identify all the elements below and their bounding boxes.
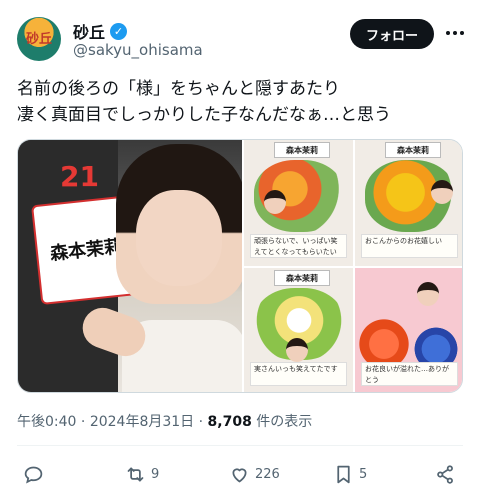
person-small bbox=[286, 338, 308, 362]
media-photo-2[interactable]: 森本茉莉 頑張らないで、いっぱい笑えてとくなってもらいたい bbox=[244, 140, 353, 266]
more-options-icon[interactable] bbox=[443, 21, 467, 45]
name-row: 砂丘 ✓ bbox=[73, 19, 128, 43]
user-handle[interactable]: @sakyu_ohisama bbox=[73, 41, 203, 59]
tweet-text: 名前の後ろの「様」をちゃんと隠すあたり 凄く真面目でしっかりした子なんだなぁ…と… bbox=[17, 76, 463, 128]
tweet-header: 砂丘 砂丘 ✓ @sakyu_ohisama フォロー bbox=[17, 17, 464, 63]
flower-stand-sign: 森本茉莉 bbox=[385, 142, 441, 158]
avatar[interactable]: 砂丘 bbox=[17, 17, 61, 61]
reply-button[interactable] bbox=[23, 460, 49, 488]
flower-stand-sign: 森本茉莉 bbox=[274, 270, 330, 286]
like-button[interactable]: 226 bbox=[229, 460, 280, 488]
post-time[interactable]: 午後0:40 bbox=[17, 414, 76, 430]
flower-stand-sign: 森本茉莉 bbox=[274, 142, 330, 158]
tweet-media: 21 森本茉莉 森本茉莉 頑張らないで、いっぱい笑えてとくなってもらいたい 森本… bbox=[17, 139, 463, 393]
person-small bbox=[264, 190, 286, 214]
view-count: 8,708 bbox=[207, 414, 252, 430]
person-small bbox=[417, 282, 439, 306]
action-bar: 9 226 5 bbox=[17, 460, 463, 488]
bookmark-count: 5 bbox=[359, 466, 368, 482]
view-count-label: 件の表示 bbox=[256, 414, 313, 430]
divider bbox=[17, 445, 463, 446]
retweet-count: 9 bbox=[151, 466, 160, 482]
share-icon bbox=[437, 464, 453, 484]
media-photo-main[interactable]: 21 森本茉莉 bbox=[18, 140, 242, 392]
avatar-text: 砂丘 bbox=[25, 32, 52, 47]
bookmark-icon bbox=[337, 465, 350, 483]
message-card: お花良いが溢れた…ありがとう bbox=[361, 362, 458, 386]
message-card: 頑張らないで、いっぱい笑えてとくなってもらいたい bbox=[250, 234, 347, 258]
follow-button[interactable]: フォロー bbox=[350, 19, 434, 49]
display-name[interactable]: 砂丘 bbox=[73, 19, 105, 43]
message-card: おこんからのお花嬉しい bbox=[361, 234, 458, 258]
media-photo-grid: 森本茉莉 頑張らないで、いっぱい笑えてとくなってもらいたい 森本茉莉 おこんから… bbox=[244, 140, 462, 392]
reply-icon bbox=[24, 466, 43, 484]
media-photo-5[interactable]: お花良いが溢れた…ありがとう bbox=[355, 268, 462, 392]
share-button[interactable] bbox=[435, 460, 456, 488]
tweet-text-line-2: 凄く真面目でしっかりした子なんだなぁ…と思う bbox=[17, 105, 391, 125]
retweet-button[interactable]: 9 bbox=[125, 460, 159, 488]
like-count: 226 bbox=[255, 466, 280, 482]
meta-separator: · bbox=[198, 414, 208, 430]
retweet-icon bbox=[127, 467, 144, 481]
media-photo-3[interactable]: 森本茉莉 おこんからのお花嬉しい bbox=[355, 140, 462, 266]
message-card: 実さんいっも笑えてたです bbox=[250, 362, 347, 386]
person-small bbox=[431, 180, 453, 204]
person-face bbox=[136, 190, 222, 286]
post-date[interactable]: 2024年8月31日 bbox=[90, 414, 194, 430]
verified-badge-icon: ✓ bbox=[110, 22, 128, 40]
door-number: 21 bbox=[60, 160, 99, 193]
meta-separator: · bbox=[80, 414, 90, 430]
tweet-meta: 午後0:40 · 2024年8月31日 · 8,708 件の表示 bbox=[17, 411, 312, 431]
heart-icon bbox=[232, 467, 247, 482]
bookmark-button[interactable]: 5 bbox=[333, 460, 367, 488]
tweet-text-line-1: 名前の後ろの「様」をちゃんと隠すあたり bbox=[17, 79, 340, 99]
media-photo-4[interactable]: 森本茉莉 実さんいっも笑えてたです bbox=[244, 268, 353, 392]
